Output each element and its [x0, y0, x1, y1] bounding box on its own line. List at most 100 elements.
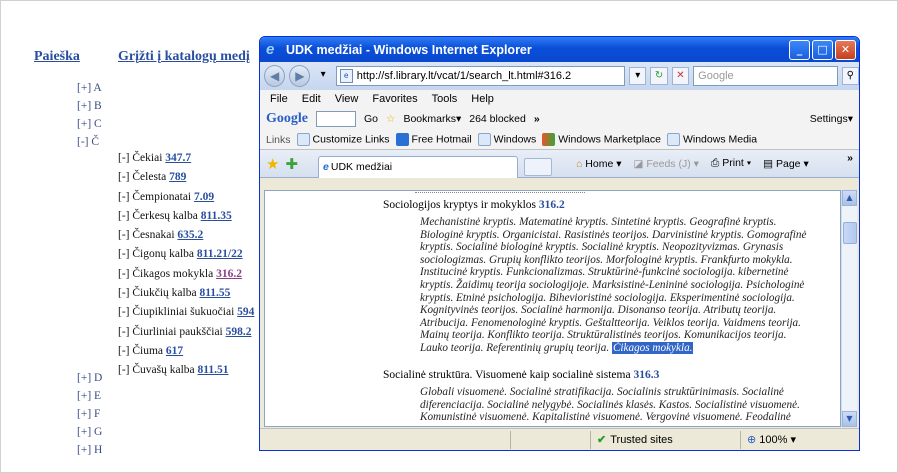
scroll-down-arrow-icon[interactable]: ▼ — [842, 411, 857, 427]
link-media[interactable]: Windows Media — [666, 133, 757, 146]
description-line: Institucinė kryptis. Funkcionalizmas. St… — [420, 266, 789, 279]
scroll-thumb[interactable] — [843, 222, 857, 244]
tab-udk[interactable]: e UDK medžiai — [318, 155, 519, 178]
new-tab-button[interactable] — [524, 157, 553, 176]
page-icon: e — [339, 69, 353, 83]
toolbar-overflow-chevron[interactable]: » — [847, 152, 853, 164]
page-menu-button[interactable]: ▤ Page ▾ — [763, 158, 809, 170]
menu-edit[interactable]: Edit — [302, 93, 321, 105]
subject-code-link[interactable]: 811.35 — [201, 210, 232, 222]
subject-label: [-] Čigonų kalba — [118, 248, 197, 261]
subject-code-link[interactable]: 316.2 — [216, 268, 242, 280]
tree-letter-c[interactable]: [+] C — [77, 118, 102, 130]
search-link[interactable]: Paieška — [34, 49, 80, 65]
description-line: Mechanistinė kryptis. Matematinė kryptis… — [420, 216, 777, 228]
c-caron-subject-list: [-] Čekiai 347.7 [-] Čelesta 789 [-] Čempi… — [118, 152, 254, 384]
subject-label: [-] Čiuma — [118, 344, 166, 357]
zoom-level[interactable]: ⊕ 100% ▾ — [740, 430, 850, 449]
subject-label: [-] Čiupikliniai šukuočiai — [118, 306, 238, 319]
stop-icon[interactable]: ✕ — [671, 67, 690, 85]
highlighted-term[interactable]: Čikagos mokykla. — [611, 341, 694, 354]
close-button[interactable]: ✕ — [835, 40, 856, 60]
subject-label: [-] Čelesta — [118, 171, 170, 184]
feeds-icon: ◪ — [633, 157, 644, 170]
minimize-button[interactable]: _ — [789, 40, 810, 60]
address-dropdown-icon[interactable]: ▾ — [629, 67, 647, 85]
subject-code-link[interactable]: 811.51 — [198, 364, 229, 376]
maximize-button[interactable]: □ — [812, 40, 833, 60]
home-button[interactable]: ⌂ Home ▾ — [576, 158, 621, 170]
forward-arrow-icon[interactable]: ▶ — [289, 65, 311, 87]
print-icon: ⎙ — [710, 157, 720, 169]
section1-code-link[interactable]: 316.2 — [539, 199, 565, 211]
tree-letter-a[interactable]: [+] A — [77, 82, 102, 94]
msn-icon — [395, 133, 409, 146]
subject-code-link[interactable]: 598.2 — [226, 326, 252, 338]
more-chevron[interactable]: » — [534, 113, 540, 125]
tree-letter-h[interactable]: [+] H — [77, 444, 102, 456]
status-bar: ✔ Trusted sites ⊕ 100% ▾ — [260, 428, 859, 450]
subject-label: [-] Čempionatai — [118, 190, 195, 203]
link-customize[interactable]: Customize Links — [296, 133, 390, 146]
bookmark-star-icon[interactable]: ☆ — [386, 113, 395, 125]
subject-label: [-] Čikagos mokykla — [118, 267, 217, 280]
subject-code-link[interactable]: 635.2 — [177, 229, 203, 241]
tree-letter-e[interactable]: [+] E — [77, 390, 101, 402]
link-marketplace[interactable]: Windows Marketplace — [542, 133, 661, 146]
search-icon[interactable]: ⚲ — [841, 67, 859, 85]
search-input[interactable]: Google — [693, 66, 838, 86]
menu-view[interactable]: View — [335, 93, 359, 105]
tree-letter-c-caron[interactable]: [-] Č — [77, 136, 99, 148]
google-search-box[interactable] — [316, 111, 356, 127]
subject-code-link[interactable]: 7.09 — [194, 191, 214, 203]
add-favorite-icon[interactable]: ✚ — [285, 155, 298, 173]
feeds-button[interactable]: ◪ Feeds (J) ▾ — [634, 158, 699, 170]
subject-row: [-] Čiukčių kalba 811.55 — [118, 287, 254, 306]
history-dropdown-icon[interactable]: ▾ — [314, 67, 331, 85]
menu-help[interactable]: Help — [471, 93, 494, 105]
subject-code-link[interactable]: 347.7 — [165, 152, 191, 164]
link-windows[interactable]: Windows — [477, 133, 536, 146]
subject-row: [-] Čempionatai 7.09 — [118, 191, 254, 210]
page-menu-label: Page — [776, 157, 801, 170]
home-icon: ⌂ — [576, 157, 583, 170]
tree-letter-d[interactable]: [+] D — [77, 372, 102, 384]
menu-tools[interactable]: Tools — [432, 93, 458, 105]
page-content: Sociologijos kryptys ir mokyklos 316.2 M… — [264, 190, 841, 427]
subject-row: [-] Čekiai 347.7 — [118, 152, 254, 171]
security-zone[interactable]: ✔ Trusted sites — [590, 430, 740, 449]
subject-code-link[interactable]: 617 — [166, 345, 183, 357]
subject-row: [-] Česnakai 635.2 — [118, 229, 254, 248]
description-line: kryptis. Žaidimų teorija sociologijoje. … — [420, 278, 805, 291]
tree-letter-f[interactable]: [+] F — [77, 408, 100, 420]
link-hotmail[interactable]: Free Hotmail — [395, 133, 472, 146]
section2-code-link[interactable]: 316.3 — [633, 369, 659, 381]
address-bar[interactable]: e http://sf.library.lt/vcat/1/search_lt.… — [335, 66, 626, 86]
google-settings-menu[interactable]: Settings▾ — [810, 113, 853, 125]
favorites-star-icon[interactable]: ★ — [266, 155, 279, 173]
links-bar: Links Customize Links Free Hotmail Windo… — [260, 130, 859, 150]
back-to-catalog-link[interactable]: Grįžti į katalogų medį — [118, 49, 250, 65]
links-label: Links — [266, 133, 291, 146]
section2-title: Socialinė struktūra. Visuomenė kaip soci… — [383, 369, 634, 381]
scroll-up-arrow-icon[interactable]: ▲ — [842, 190, 857, 206]
tree-letter-b[interactable]: [+] B — [77, 100, 102, 112]
subject-code-link[interactable]: 594 — [237, 306, 254, 318]
google-go-button[interactable]: Go — [364, 113, 378, 125]
menu-favorites[interactable]: Favorites — [372, 93, 417, 105]
print-button[interactable]: ⎙ Print ▾ — [711, 157, 751, 170]
tree-letter-g[interactable]: [+] G — [77, 426, 102, 438]
menu-file[interactable]: File — [270, 93, 288, 105]
ie-window: e UDK medžiai - Windows Internet Explore… — [259, 36, 860, 451]
popup-blocked-count[interactable]: 264 blocked — [469, 113, 526, 125]
subject-code-link[interactable]: 811.55 — [199, 287, 230, 299]
title-bar[interactable]: e UDK medžiai - Windows Internet Explore… — [260, 37, 859, 62]
bookmarks-menu[interactable]: Bookmarks▾ — [403, 113, 461, 125]
subject-code-link[interactable]: 811.21/22 — [197, 248, 243, 260]
tab-udk-label: UDK medžiai — [330, 160, 393, 173]
refresh-icon[interactable]: ↻ — [650, 67, 668, 85]
back-arrow-icon[interactable]: ◀ — [264, 65, 286, 87]
vertical-scrollbar[interactable]: ▲ ▼ — [841, 190, 857, 427]
subject-row: [-] Čigonų kalba 811.21/22 — [118, 248, 254, 267]
subject-code-link[interactable]: 789 — [169, 171, 186, 183]
